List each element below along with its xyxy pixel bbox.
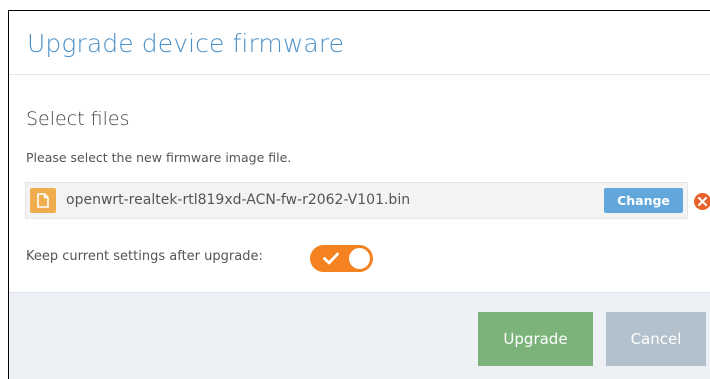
upgrade-firmware-dialog: Upgrade device firmware Select files Ple…	[8, 10, 710, 379]
file-input-row[interactable]: openwrt-realtek-rtl819xd-ACN-fw-r2062-V1…	[25, 182, 688, 219]
dialog-title: Upgrade device firmware	[27, 29, 345, 58]
file-icon	[30, 188, 56, 213]
section-title: Select files	[26, 108, 130, 130]
keep-settings-label: Keep current settings after upgrade:	[26, 249, 263, 264]
file-name: openwrt-realtek-rtl819xd-ACN-fw-r2062-V1…	[66, 192, 411, 208]
change-file-button[interactable]: Change	[604, 188, 683, 213]
cancel-button[interactable]: Cancel	[606, 312, 706, 366]
toggle-knob	[349, 248, 370, 269]
keep-settings-toggle[interactable]	[310, 245, 373, 272]
dialog-footer: Upgrade Cancel	[9, 292, 710, 379]
remove-file-icon[interactable]	[694, 193, 710, 210]
check-icon	[323, 252, 339, 265]
dialog-header: Upgrade device firmware	[9, 11, 710, 75]
upgrade-button[interactable]: Upgrade	[478, 312, 593, 366]
section-description: Please select the new firmware image fil…	[26, 150, 292, 165]
